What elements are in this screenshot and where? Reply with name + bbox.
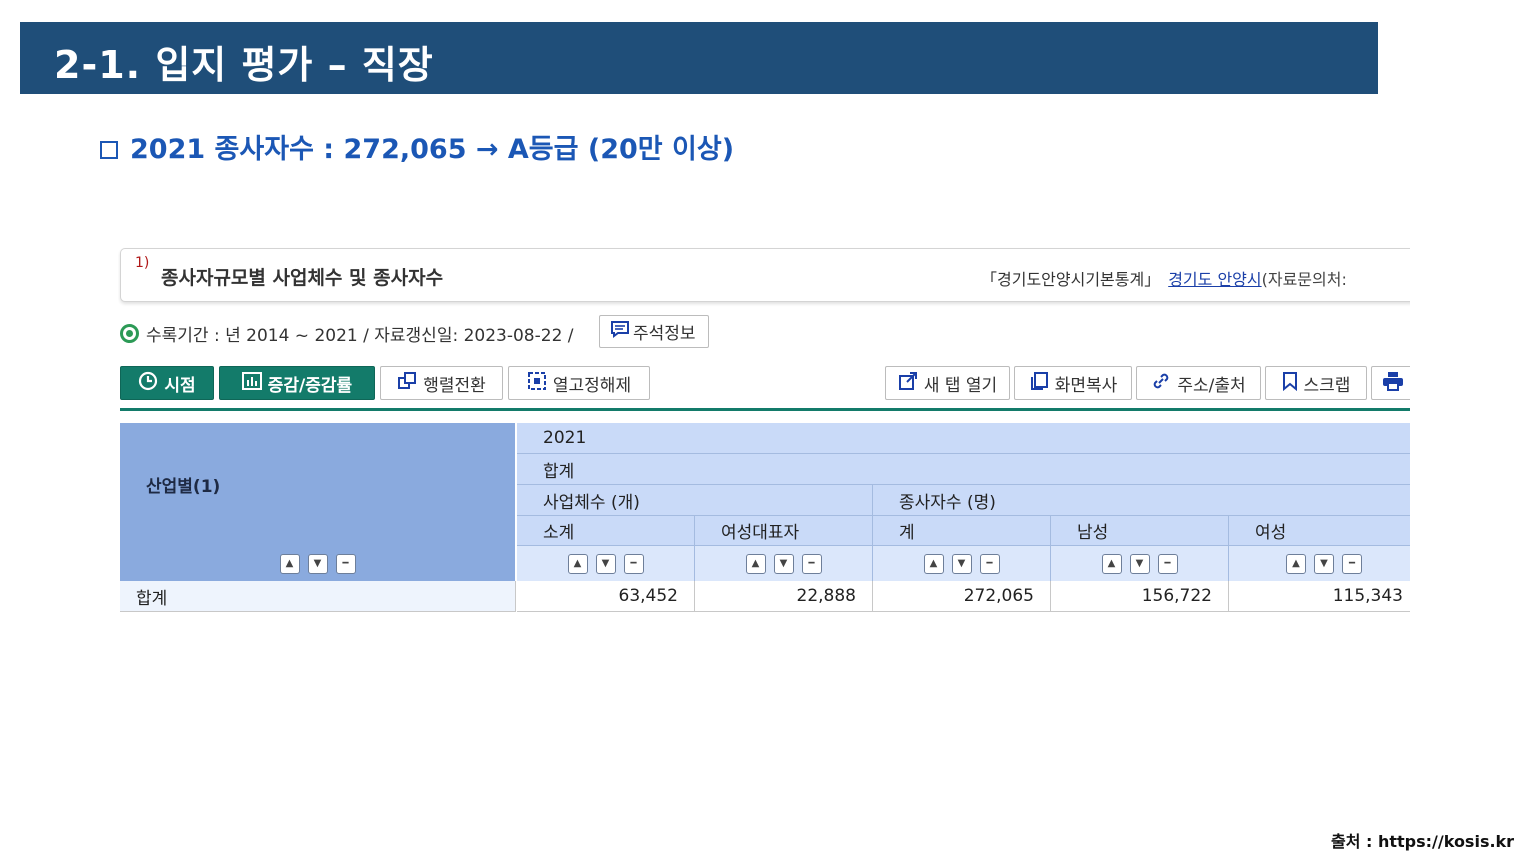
unfreeze-columns-label: 열고정해제 <box>552 375 632 396</box>
change-rate-label: 증감/증감률 <box>267 375 353 396</box>
footnote-number: 1) <box>135 255 150 271</box>
column-controls: ▲ ▼ ━ <box>695 546 873 581</box>
sort-up-icon[interactable]: ▲ <box>279 553 300 574</box>
group-header-workers: 종사자수 (명) <box>873 485 1410 516</box>
new-tab-icon <box>898 371 918 395</box>
address-source-button[interactable]: 주소/출처 <box>1136 366 1261 400</box>
new-tab-label: 새 탭 열기 <box>923 375 998 396</box>
screen-copy-label: 화면복사 <box>1054 375 1118 396</box>
period-text: 수록기간 : 년 2014 ~ 2021 / 자료갱신일: 2023-08-22… <box>146 326 574 346</box>
sort-up-icon[interactable]: ▲ <box>745 553 766 574</box>
toolbar-divider <box>120 408 1410 411</box>
swap-icon <box>397 371 417 395</box>
column-controls: ▲ ▼ ━ <box>1051 546 1229 581</box>
title-bar: 2-1. 입지 평가 – 직장 <box>20 22 1378 94</box>
bookmark-icon <box>1282 371 1298 395</box>
sort-down-icon[interactable]: ▼ <box>1314 553 1334 574</box>
sort-down-icon[interactable]: ▼ <box>773 553 794 574</box>
pivot-button[interactable]: 행렬전환 <box>380 366 503 400</box>
sort-up-icon[interactable]: ▲ <box>1286 553 1306 574</box>
headline-text: 2021 종사자수 : 272,065 → A등급 (20만 이상) <box>130 134 735 165</box>
column-header: 여성 <box>1229 516 1410 546</box>
kosis-screenshot: 1) 종사자규모별 사업체수 및 종사자수 「경기도안양시기본통계」 경기도 안양… <box>118 245 1410 615</box>
source-label: 「경기도안양시기본통계」 <box>981 270 1161 289</box>
sort-down-icon[interactable]: ▼ <box>1129 553 1150 574</box>
collapse-icon[interactable]: ━ <box>623 553 644 574</box>
collapse-icon[interactable]: ━ <box>335 553 356 574</box>
target-icon <box>120 324 139 343</box>
stat-title: 종사자규모별 사업체수 및 종사자수 <box>161 267 444 289</box>
unlock-icon <box>527 371 547 395</box>
total-header: 합계 <box>517 454 1410 485</box>
source-note: 출처 : https://kosis.kr <box>1331 832 1515 851</box>
sort-down-icon[interactable]: ▼ <box>307 553 328 574</box>
slide-title: 2-1. 입지 평가 – 직장 <box>54 43 434 87</box>
print-icon <box>1382 371 1404 395</box>
headline: 2021 종사자수 : 272,065 → A등급 (20만 이상) <box>100 127 734 166</box>
table-cell: 22,888 <box>695 581 873 612</box>
row-label: 합계 <box>120 581 516 612</box>
table-cell: 63,452 <box>517 581 695 612</box>
change-rate-button[interactable]: 증감/증감률 <box>219 366 375 400</box>
note-info-label: 주석정보 <box>633 324 696 344</box>
screen-copy-button[interactable]: 화면복사 <box>1014 366 1132 400</box>
sort-down-icon[interactable]: ▼ <box>595 553 616 574</box>
time-point-button[interactable]: 시점 <box>120 366 214 400</box>
data-table: 산업별(1) ▲ ▼ ━ 2021 합계 사업체수 (개) 종사자수 (명) 소계 … <box>120 423 1410 613</box>
column-controls: ▲ ▼ ━ <box>517 546 695 581</box>
collapse-icon[interactable]: ━ <box>1157 553 1178 574</box>
print-button[interactable] <box>1371 366 1410 400</box>
sort-up-icon[interactable]: ▲ <box>1101 553 1122 574</box>
comment-icon <box>610 320 630 343</box>
note-info-button[interactable]: 주석정보 <box>599 315 709 348</box>
source-contact: (자료문의처: <box>1261 270 1347 289</box>
unfreeze-columns-button[interactable]: 열고정해제 <box>508 366 650 400</box>
column-header: 소계 <box>517 516 695 546</box>
table-cell: 156,722 <box>1051 581 1229 612</box>
checkbox-square-icon <box>100 141 118 159</box>
address-source-label: 주소/출처 <box>1177 375 1246 396</box>
row-header-controls: ▲ ▼ ━ <box>120 546 516 581</box>
sort-down-icon[interactable]: ▼ <box>951 553 972 574</box>
copy-icon <box>1029 371 1049 395</box>
stat-source: 「경기도안양시기본통계」 경기도 안양시(자료문의처: <box>981 266 1347 290</box>
clock-icon <box>138 371 158 395</box>
period-line: 수록기간 : 년 2014 ~ 2021 / 자료갱신일: 2023-08-22… <box>120 321 574 346</box>
bar-chart-icon <box>241 372 262 394</box>
new-tab-button[interactable]: 새 탭 열기 <box>885 366 1010 400</box>
time-point-label: 시점 <box>164 375 196 396</box>
collapse-icon[interactable]: ━ <box>1342 553 1362 574</box>
group-header-businesses: 사업체수 (개) <box>517 485 873 516</box>
pivot-label: 행렬전환 <box>423 375 486 396</box>
collapse-icon[interactable]: ━ <box>801 553 822 574</box>
column-controls: ▲ ▼ ━ <box>1229 546 1410 581</box>
column-controls: ▲ ▼ ━ <box>873 546 1051 581</box>
link-icon <box>1151 371 1171 395</box>
sort-up-icon[interactable]: ▲ <box>567 553 588 574</box>
sort-up-icon[interactable]: ▲ <box>923 553 944 574</box>
scrap-button[interactable]: 스크랩 <box>1265 366 1367 400</box>
column-header: 여성대표자 <box>695 516 873 546</box>
table-cell: 272,065 <box>873 581 1051 612</box>
column-header: 남성 <box>1051 516 1229 546</box>
collapse-icon[interactable]: ━ <box>979 553 1000 574</box>
stat-header: 1) 종사자규모별 사업체수 및 종사자수 「경기도안양시기본통계」 경기도 안양… <box>120 248 1410 302</box>
column-header: 계 <box>873 516 1051 546</box>
year-header: 2021 <box>517 423 1410 454</box>
scrap-label: 스크랩 <box>1303 375 1351 396</box>
source-link[interactable]: 경기도 안양시 <box>1168 270 1261 289</box>
table-cell: 115,343 <box>1229 581 1410 612</box>
row-header-label: 산업별(1) <box>146 477 221 497</box>
